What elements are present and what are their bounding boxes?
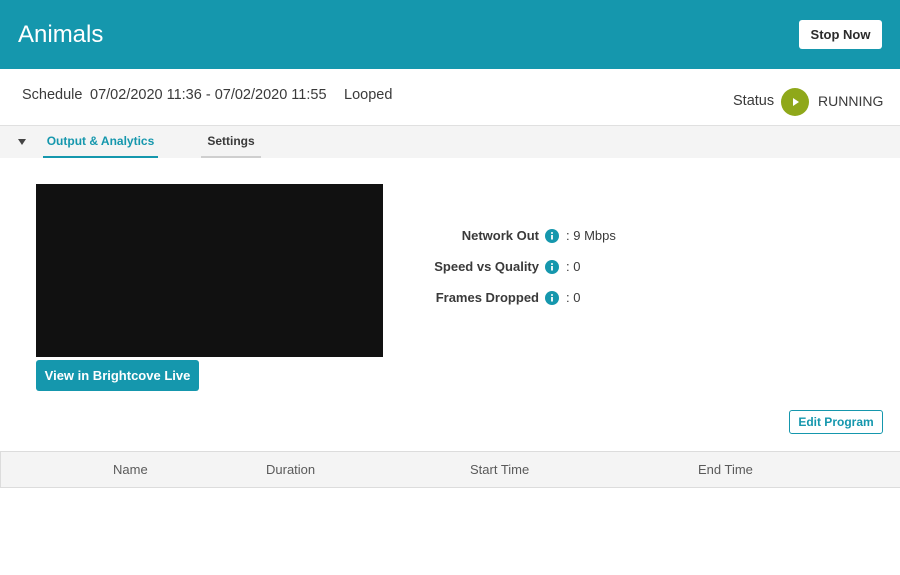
live-job-page: Animals Stop Now Schedule 07/02/2020 11:… [0, 0, 900, 575]
tab-output-analytics[interactable]: Output & Analytics [43, 126, 158, 158]
info-icon[interactable] [545, 260, 559, 274]
column-header-name[interactable]: Name [113, 462, 148, 477]
page-title: Animals [18, 21, 104, 48]
tab-bar: Output & Analytics Settings [0, 126, 900, 158]
program-table-header: Name Duration Start Time End Time [0, 451, 900, 488]
status-indicator [781, 88, 809, 116]
schedule-label: Schedule [22, 87, 83, 103]
info-icon-shape [545, 229, 559, 243]
play-icon [793, 98, 799, 106]
metric-speed-vs-quality-label: Speed vs Quality [434, 259, 539, 274]
metric-network-out-value: : 9 Mbps [566, 228, 616, 243]
info-icon-shape [545, 291, 559, 305]
view-in-brightcove-live-button[interactable]: View in Brightcove Live [36, 360, 199, 391]
info-icon-shape [545, 260, 559, 274]
schedule-row: Schedule 07/02/2020 11:36 - 07/02/2020 1… [0, 69, 900, 126]
triangle-down-icon[interactable] [16, 135, 28, 147]
status-label: Status [733, 93, 775, 109]
metric-frames-dropped-value: : 0 [566, 290, 581, 305]
triangle-down-shape [18, 139, 26, 145]
column-header-duration[interactable]: Duration [266, 462, 315, 477]
column-header-start-time[interactable]: Start Time [470, 462, 529, 477]
metric-speed-vs-quality-value: : 0 [566, 259, 581, 274]
info-icon[interactable] [545, 229, 559, 243]
column-header-end-time[interactable]: End Time [698, 462, 753, 477]
metric-frames-dropped-label: Frames Dropped [435, 290, 539, 305]
schedule-mode: Looped [344, 87, 393, 103]
stop-now-button[interactable]: Stop Now [799, 20, 882, 49]
status-value: RUNNING [818, 93, 884, 109]
schedule-range: 07/02/2020 11:36 - 07/02/2020 11:55 [90, 87, 327, 103]
page-header: Animals Stop Now [0, 0, 900, 69]
info-icon[interactable] [545, 291, 559, 305]
tab-settings[interactable]: Settings [201, 126, 261, 158]
edit-program-button[interactable]: Edit Program [789, 410, 883, 434]
metric-network-out-label: Network Out [461, 228, 539, 243]
